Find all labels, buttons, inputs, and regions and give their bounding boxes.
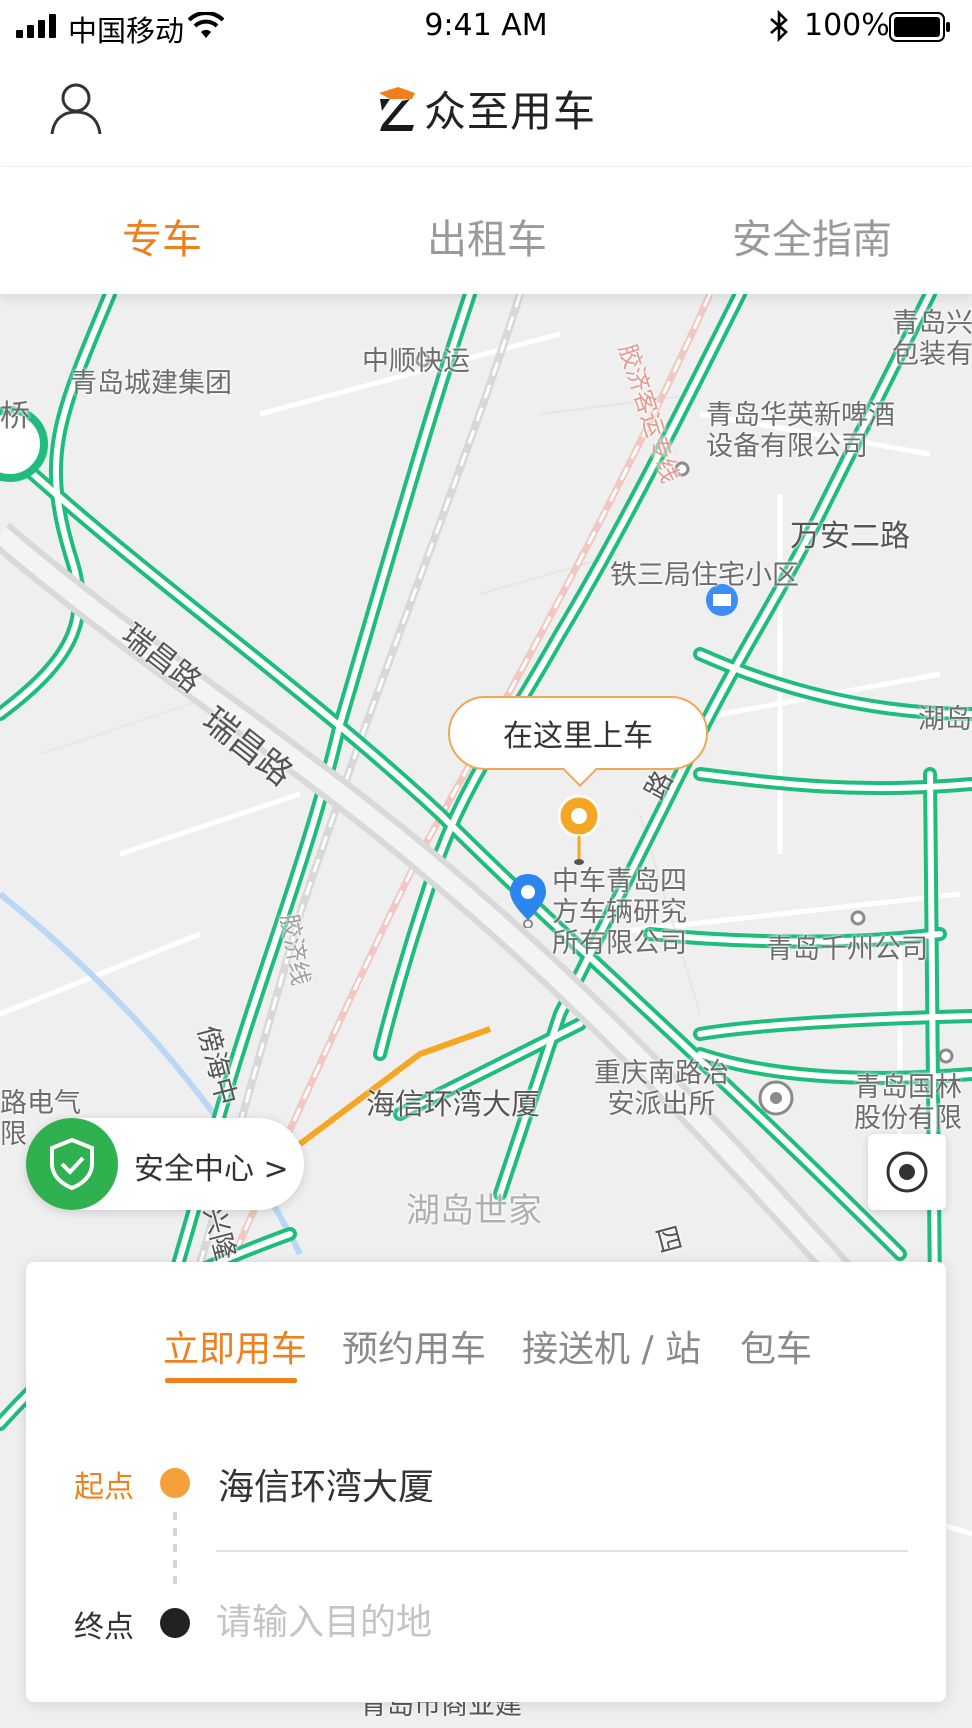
map-label: 青岛国林 股份有限 <box>854 1072 962 1135</box>
map-label: 中顺快运 <box>362 346 470 377</box>
end-dot-icon <box>160 1608 190 1638</box>
map-label: 海信环湾大厦 <box>366 1087 541 1121</box>
battery-icon <box>889 12 950 42</box>
tab-scheduled-ride[interactable]: 预约用车 <box>342 1320 486 1372</box>
map-label: 青岛城建集团 <box>70 368 232 399</box>
start-label: 起点 <box>74 1470 134 1505</box>
map-label: 湖岛世家 <box>406 1191 542 1231</box>
map-label: 桥 <box>0 399 30 434</box>
locate-icon <box>886 1151 928 1193</box>
map-label: 铁三局住宅小区 <box>610 560 799 591</box>
map-label: 重庆南路治 安派出所 <box>594 1058 729 1121</box>
map-label: 青岛兴 包装有 <box>892 308 972 371</box>
destination-input[interactable] <box>216 1592 906 1652</box>
map-label: 青岛华英新啤酒 设备有限公司 <box>706 400 895 463</box>
pickup-bubble[interactable]: 在这里上车 <box>448 696 708 770</box>
brand-name: 众至用车 <box>423 87 596 136</box>
locate-button[interactable] <box>868 1134 946 1210</box>
tab-airport-station[interactable]: 接送机 / 站 <box>522 1320 701 1372</box>
active-tab-indicator <box>165 1378 297 1383</box>
bluetooth-icon <box>770 10 788 42</box>
status-bar: 中国移动 9:41 AM 100% <box>0 0 972 54</box>
app-header: 众至用车 <box>0 54 972 166</box>
map-label: 青岛千州公司 <box>766 934 928 965</box>
tab-instant-ride[interactable]: 立即用车 <box>163 1320 307 1372</box>
booking-panel: 立即用车 预约用车 接送机 / 站 包车 起点 海信环湾大厦 终点 <box>26 1262 946 1702</box>
battery-percent: 100% <box>804 8 890 43</box>
tab-charter[interactable]: 包车 <box>740 1320 812 1372</box>
tab-safety-guide[interactable]: 安全指南 <box>732 207 892 265</box>
route-connector <box>173 1512 177 1586</box>
map-label: 中车青岛四 方车辆研究 所有限公司 <box>552 866 687 960</box>
map-label: 湖岛 <box>918 704 972 735</box>
brand-logo <box>378 86 415 131</box>
poi-pin-icon <box>510 874 546 928</box>
tab-premium[interactable]: 专车 <box>122 207 202 265</box>
tab-taxi[interactable]: 出租车 <box>427 207 547 265</box>
map-label: 万安二路 <box>790 519 910 554</box>
brand: 众至用车 <box>0 78 972 139</box>
start-location[interactable]: 海信环湾大厦 <box>218 1458 434 1510</box>
start-dot-icon <box>160 1468 190 1498</box>
pickup-pin-icon <box>557 794 601 865</box>
safety-center-button[interactable]: 安全中心 > <box>26 1118 304 1210</box>
divider <box>216 1550 908 1552</box>
chevron-right-icon: > <box>263 1152 289 1187</box>
end-label: 终点 <box>74 1610 134 1645</box>
shield-icon <box>26 1118 118 1210</box>
service-tabs: 专车 出租车 安全指南 <box>0 166 972 294</box>
safety-center-label: 安全中心 > <box>134 1152 289 1187</box>
